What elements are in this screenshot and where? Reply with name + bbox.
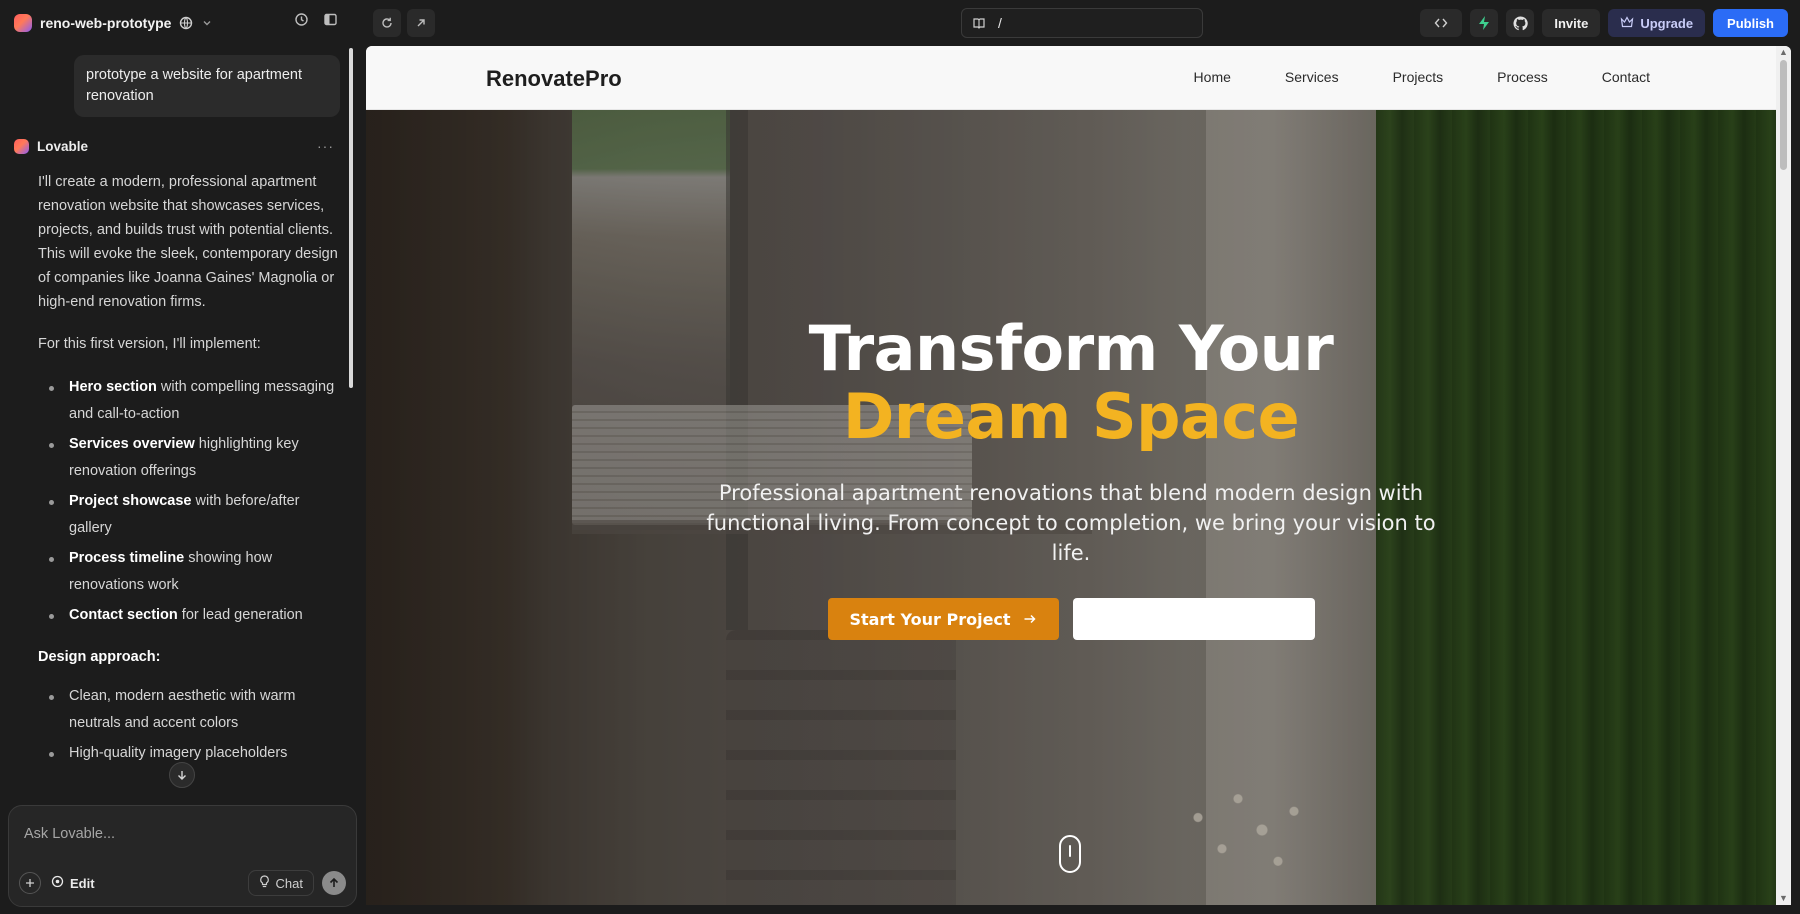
hero-section: Transform Your Dream Space Professional … [366,110,1776,905]
upgrade-button[interactable]: Upgrade [1608,9,1706,37]
chat-scrollbar-thumb[interactable] [349,48,353,388]
nav-link-contact[interactable]: Contact [1602,69,1650,85]
upgrade-label: Upgrade [1640,15,1694,31]
url-bar[interactable]: / [961,8,1203,38]
secondary-cta-button[interactable] [1072,598,1315,640]
scroll-up-arrow-icon[interactable]: ▲ [1779,48,1788,57]
preview-scrollbar-thumb[interactable] [1780,60,1787,170]
nav-link-projects[interactable]: Projects [1393,69,1444,85]
list-item: Clean, modern aesthetic with warm neutra… [38,683,338,737]
chat-panel: prototype a website for apartment renova… [0,46,360,914]
hero-actions: Start Your Project [366,598,1776,640]
preview-frame: Transform Your Dream Space Professional … [366,46,1791,905]
chat-mode-button[interactable]: Chat [247,870,314,896]
globe-icon [179,16,193,30]
lightbulb-icon [259,875,270,891]
code-view-icon[interactable] [1420,9,1463,37]
invite-button[interactable]: Invite [1542,9,1601,37]
start-project-label: Start Your Project [849,609,1011,629]
assistant-intro: I'll create a modern, professional apart… [38,174,338,310]
app-window: reno-web-prototype / Invite Upgrade Publ… [0,0,1800,914]
assistant-plan-intro: For this first version, I'll implement: [38,336,261,352]
url-path: / [998,15,1002,31]
assistant-name: Lovable [37,138,89,154]
refresh-icon[interactable] [373,9,401,37]
arrow-right-icon [1023,610,1037,629]
chat-panel-tools [294,12,338,27]
nav-link-home[interactable]: Home [1194,69,1231,85]
chat-mode-label: Chat [275,875,303,891]
chat-history[interactable]: prototype a website for apartment renova… [0,46,360,806]
crown-icon [1620,15,1634,31]
scroll-down-arrow-icon[interactable]: ▼ [1779,894,1788,903]
list-item: Services overview highlighting key renov… [38,431,338,485]
nav-link-process[interactable]: Process [1497,69,1548,85]
hero-subtitle: Professional apartment renovations that … [706,481,1436,565]
edit-button[interactable]: Edit [51,875,95,891]
list-item: Process timeline showing how renovations… [38,545,338,599]
assistant-message: I'll create a modern, professional apart… [38,170,338,783]
chat-composer: Ask Lovable... Edit Chat [8,805,357,907]
hero-title: Transform Your Dream Space [366,315,1776,451]
edit-label: Edit [70,875,95,891]
scroll-to-bottom-icon[interactable] [169,762,195,788]
sidebar-toggle-icon[interactable] [323,12,338,27]
history-icon[interactable] [294,12,309,27]
chat-fade [0,786,350,806]
site-navbar: RenovatePro Home Services Projects Proce… [366,46,1776,110]
lovable-logo-icon [14,14,32,32]
hero-title-line1: Transform Your [808,312,1334,385]
assistant-header: Lovable ··· [14,138,334,154]
scroll-indicator-icon[interactable] [1059,835,1081,873]
list-item: Project showcase with before/after galle… [38,488,338,542]
site-nav-links: Home Services Projects Process Contact [1194,69,1650,85]
nav-link-services[interactable]: Services [1285,69,1339,85]
lovable-logo-icon [14,138,29,154]
add-attachment-icon[interactable] [19,872,41,894]
top-bar-actions: Invite Upgrade Publish [1420,9,1788,37]
chat-scrollbar[interactable] [348,46,354,806]
publish-button[interactable]: Publish [1713,9,1788,37]
site-brand[interactable]: RenovatePro [486,66,622,92]
github-icon[interactable] [1506,9,1535,37]
project-name: reno-web-prototype [40,15,172,31]
open-external-icon[interactable] [407,9,435,37]
supabase-icon[interactable] [1470,9,1499,37]
list-item: Contact section for lead generation [38,602,338,629]
more-options-icon[interactable]: ··· [317,138,334,154]
chat-input[interactable]: Ask Lovable... [24,826,115,842]
feature-list: Hero section with compelling messaging a… [38,374,338,629]
user-message: prototype a website for apartment renova… [74,55,340,117]
preview-tools [373,9,435,37]
hero-title-line2: Dream Space [842,380,1300,453]
project-switcher[interactable]: reno-web-prototype [14,11,213,35]
design-list: Clean, modern aesthetic with warm neutra… [38,683,338,767]
chevron-down-icon[interactable] [201,17,213,29]
start-project-button[interactable]: Start Your Project [827,598,1059,640]
book-icon [972,16,986,30]
preview-scrollbar[interactable]: ▲ ▼ [1776,46,1791,905]
list-item: Hero section with compelling messaging a… [38,374,338,428]
design-heading: Design approach: [38,649,161,665]
top-bar: reno-web-prototype / Invite Upgrade Publ… [0,0,1800,46]
composer-toolbar: Edit Chat [19,870,346,896]
send-icon[interactable] [322,871,346,895]
target-icon [51,875,64,891]
